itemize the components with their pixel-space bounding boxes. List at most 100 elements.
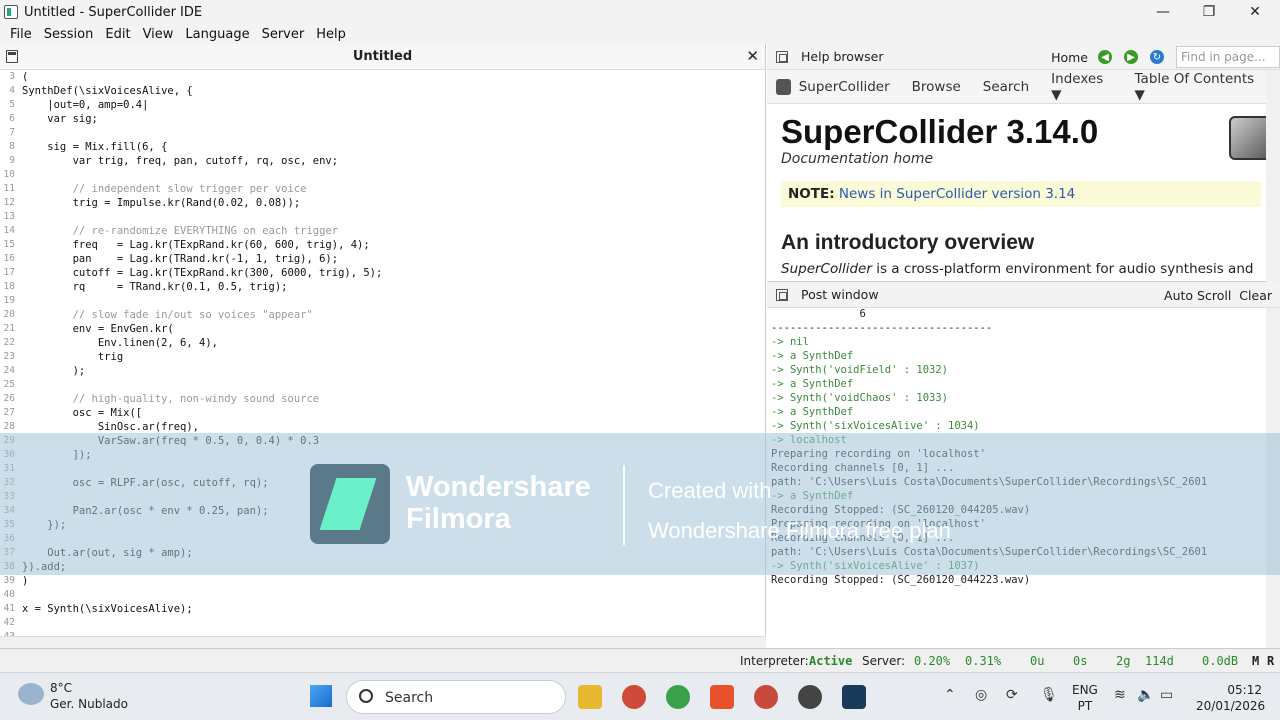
back-arrow-icon[interactable]: ◀ bbox=[1098, 50, 1112, 64]
utorrent-icon[interactable] bbox=[666, 685, 690, 709]
minimize-button[interactable]: — bbox=[1140, 0, 1186, 24]
nav-supercollider[interactable]: SuperCollider bbox=[799, 79, 890, 95]
file-explorer-icon[interactable] bbox=[578, 685, 602, 709]
code-line[interactable]: 14 // re-randomize EVERYTHING on each tr… bbox=[0, 224, 760, 238]
code-line[interactable]: 13 bbox=[0, 210, 760, 224]
brave-icon[interactable] bbox=[710, 685, 734, 709]
filmora-taskbar-icon[interactable] bbox=[842, 685, 866, 709]
chrome-profile-icon[interactable] bbox=[754, 685, 778, 709]
code-line[interactable]: 10 bbox=[0, 168, 760, 182]
groups-count[interactable]: 2g bbox=[1116, 654, 1130, 668]
microphone-icon[interactable]: 🎙 bbox=[1040, 687, 1058, 703]
tray-app-icon[interactable]: ◎ bbox=[975, 687, 987, 703]
help-nav-bar: SuperCollider Browse Search Indexes ▼ Ta… bbox=[767, 70, 1280, 104]
windows-start-icon[interactable] bbox=[310, 685, 332, 707]
code-line[interactable]: 28 SinOsc.ar(freq), bbox=[0, 420, 760, 434]
code-line[interactable]: 9 var trig, freq, pan, cutoff, rq, osc, … bbox=[0, 154, 760, 168]
code-line[interactable]: 40 bbox=[0, 588, 760, 602]
code-line[interactable]: 25 bbox=[0, 378, 760, 392]
chrome-icon[interactable] bbox=[622, 685, 646, 709]
code-line[interactable]: 4 SynthDef(\sixVoicesAlive, { bbox=[0, 84, 760, 98]
code-text: ) bbox=[22, 575, 29, 587]
code-line[interactable]: 23 trig bbox=[0, 350, 760, 364]
auto-scroll-toggle[interactable]: Auto Scroll bbox=[1164, 288, 1231, 303]
mute-button[interactable]: M bbox=[1252, 654, 1259, 668]
find-in-page-input[interactable]: Find in page... bbox=[1176, 46, 1280, 68]
line-number: 27 bbox=[3, 407, 15, 418]
interpreter-status[interactable]: Active bbox=[809, 654, 852, 668]
sync-icon[interactable]: ⟳ bbox=[1006, 687, 1018, 703]
clock[interactable]: 05:12 20/01/2026 bbox=[1196, 682, 1265, 714]
avg-cpu[interactable]: 0.20% bbox=[914, 654, 950, 668]
code-line[interactable]: 8 sig = Mix.fill(6, { bbox=[0, 140, 760, 154]
code-line[interactable]: 6 var sig; bbox=[0, 112, 760, 126]
editor-horizontal-scrollbar[interactable] bbox=[0, 636, 766, 648]
close-button[interactable]: ✕ bbox=[1232, 0, 1278, 24]
code-line[interactable]: 18 rq = TRand.kr(0.1, 0.5, trig); bbox=[0, 280, 760, 294]
code-line[interactable]: 12 trig = Impulse.kr(Rand(0.02, 0.08)); bbox=[0, 196, 760, 210]
code-line[interactable]: 11 // independent slow trigger per voice bbox=[0, 182, 760, 196]
news-link[interactable]: News in SuperCollider version 3.14 bbox=[839, 186, 1075, 202]
help-scrollbar[interactable] bbox=[1266, 70, 1280, 282]
clock-time: 05:12 bbox=[1227, 683, 1262, 697]
editor-tab-title[interactable]: Untitled bbox=[0, 49, 765, 64]
chevron-up-icon[interactable]: ⌃ bbox=[944, 687, 956, 703]
ugens-count[interactable]: 0u bbox=[1030, 654, 1044, 668]
menu-view[interactable]: View bbox=[143, 27, 174, 42]
volume-icon[interactable]: 🔈 bbox=[1137, 687, 1154, 703]
menu-file[interactable]: File bbox=[10, 27, 32, 42]
code-line[interactable]: 39) bbox=[0, 574, 760, 588]
undock-icon[interactable] bbox=[776, 50, 788, 63]
menu-server[interactable]: Server bbox=[262, 27, 305, 42]
nav-browse[interactable]: Browse bbox=[912, 79, 961, 95]
record-button[interactable]: R bbox=[1267, 654, 1274, 668]
language-indicator[interactable]: ENG PT bbox=[1072, 682, 1098, 714]
code-line[interactable]: 15 freq = Lag.kr(TExpRand.kr(60, 600, tr… bbox=[0, 238, 760, 252]
defs-count[interactable]: 114d bbox=[1145, 654, 1174, 668]
weather-cloud-icon[interactable] bbox=[18, 683, 44, 705]
supercollider-taskbar-icon[interactable] bbox=[798, 685, 822, 709]
menu-language[interactable]: Language bbox=[185, 27, 249, 42]
code-line[interactable]: 16 pan = Lag.kr(TRand.kr(-1, 1, trig), 6… bbox=[0, 252, 760, 266]
code-line[interactable]: 24 ); bbox=[0, 364, 760, 378]
wifi-icon[interactable]: ≋ bbox=[1114, 687, 1126, 703]
code-text: sig = Mix.fill(6, { bbox=[22, 141, 168, 153]
code-line[interactable]: 41 x = Synth(\sixVoicesAlive); bbox=[0, 602, 760, 616]
volume-level[interactable]: 0.0dB bbox=[1202, 654, 1238, 668]
nav-indexes[interactable]: Indexes ▼ bbox=[1051, 71, 1112, 103]
code-line[interactable]: 26 // high-quality, non-windy sound sour… bbox=[0, 392, 760, 406]
menu-help[interactable]: Help bbox=[316, 27, 346, 42]
nav-search[interactable]: Search bbox=[983, 79, 1029, 95]
taskbar-search[interactable]: Search bbox=[346, 680, 566, 714]
code-line[interactable]: 27 osc = Mix([ bbox=[0, 406, 760, 420]
code-line[interactable]: 20 // slow fade in/out so voices "appear… bbox=[0, 308, 760, 322]
forward-arrow-icon[interactable]: ▶ bbox=[1124, 50, 1138, 64]
weather-temp[interactable]: 8°C bbox=[50, 681, 72, 695]
code-text: freq = Lag.kr(TExpRand.kr(60, 600, trig)… bbox=[22, 239, 370, 251]
editor-tab-bar: Untitled ✕ bbox=[0, 44, 765, 70]
undock-icon[interactable] bbox=[776, 288, 788, 301]
clear-button[interactable]: Clear bbox=[1239, 288, 1272, 303]
code-line[interactable]: 21 env = EnvGen.kr( bbox=[0, 322, 760, 336]
peak-cpu[interactable]: 0.31% bbox=[965, 654, 1001, 668]
code-text: // re-randomize EVERYTHING on each trigg… bbox=[22, 225, 339, 237]
code-line[interactable]: 17 cutoff = Lag.kr(TExpRand.kr(300, 6000… bbox=[0, 266, 760, 280]
battery-icon[interactable]: ▭ bbox=[1160, 687, 1173, 703]
maximize-button[interactable]: ❐ bbox=[1186, 0, 1232, 24]
weather-condition[interactable]: Ger. Nublado bbox=[50, 697, 128, 711]
code-line[interactable]: 19 bbox=[0, 294, 760, 308]
code-line[interactable]: 42 bbox=[0, 616, 760, 630]
menu-session[interactable]: Session bbox=[44, 27, 94, 42]
close-tab-button[interactable]: ✕ bbox=[746, 47, 759, 65]
code-line[interactable]: 7 bbox=[0, 126, 760, 140]
menu-edit[interactable]: Edit bbox=[105, 27, 130, 42]
reload-icon[interactable]: ↻ bbox=[1150, 50, 1164, 64]
code-line[interactable]: 3( bbox=[0, 70, 760, 84]
code-line[interactable]: 22 Env.linen(2, 6, 4), bbox=[0, 336, 760, 350]
code-line[interactable]: 5 |out=0, amp=0.4| bbox=[0, 98, 760, 112]
synths-count[interactable]: 0s bbox=[1073, 654, 1087, 668]
nav-table-of-contents[interactable]: Table Of Contents ▼ bbox=[1135, 71, 1258, 103]
home-button[interactable]: Home bbox=[1051, 50, 1088, 65]
